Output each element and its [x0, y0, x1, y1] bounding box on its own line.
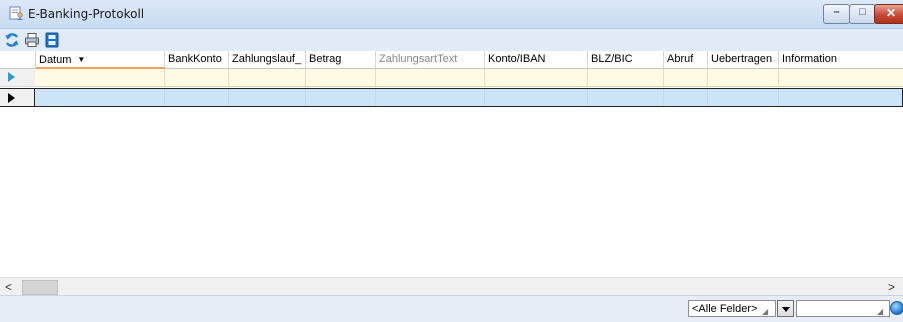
column-header-datum[interactable]: Datum ▼ [36, 51, 165, 68]
table-row[interactable] [0, 88, 903, 107]
column-header-information[interactable]: Information [779, 51, 903, 68]
column-header-label: Abruf [667, 53, 694, 65]
title-bar: E-Banking-Protokoll – □ ✕ [0, 0, 903, 29]
filter-cell[interactable] [229, 69, 306, 86]
search-go-icon[interactable] [890, 301, 903, 315]
table-cell[interactable] [664, 89, 708, 106]
export-icon[interactable] [44, 32, 60, 48]
filter-arrow-icon [8, 72, 15, 82]
scroll-left-icon[interactable]: < [5, 280, 12, 294]
chevron-down-icon [782, 307, 790, 312]
column-header-label: Betrag [309, 53, 342, 65]
minimize-icon: – [833, 6, 840, 18]
e-banking-protokoll-window: E-Banking-Protokoll – □ ✕ Datum ▼ BankKo… [0, 0, 903, 322]
table-cell[interactable] [376, 89, 485, 106]
search-bar: <Alle Felder> ◢ ◢ [0, 295, 903, 322]
column-header-label: Konto/IBAN [488, 53, 546, 65]
filter-cell[interactable] [588, 69, 664, 86]
table-cell[interactable] [588, 89, 664, 106]
column-header-bankkonto[interactable]: BankKonto [165, 51, 229, 68]
filter-cell[interactable] [779, 69, 903, 86]
field-filter-value: <Alle Felder> [692, 303, 758, 315]
filter-cell[interactable] [664, 69, 708, 86]
column-header-label: BankKonto [168, 53, 222, 65]
filter-cell[interactable] [376, 69, 485, 86]
toolbar [0, 29, 903, 51]
table-cell[interactable] [485, 89, 588, 106]
maximize-icon: □ [859, 6, 866, 18]
current-row-arrow-icon [8, 93, 15, 103]
column-header-zahlungslauf[interactable]: Zahlungslauf_ [229, 51, 306, 68]
search-input[interactable]: ◢ [796, 300, 890, 317]
resize-grip-icon: ◢ [877, 307, 884, 316]
field-filter-combobox[interactable]: <Alle Felder> ◢ [688, 300, 776, 317]
table-cell[interactable] [165, 89, 229, 106]
window-title: E-Banking-Protokoll [28, 7, 145, 21]
horizontal-scrollbar[interactable]: < > [0, 277, 903, 296]
column-header-label: Zahlungslauf_ [232, 53, 302, 65]
filter-row[interactable] [0, 69, 903, 87]
filter-cell[interactable] [36, 69, 165, 86]
table-cell[interactable] [306, 89, 376, 106]
column-header-label: Uebertragen [711, 53, 773, 65]
filter-cell[interactable] [165, 69, 229, 86]
document-user-icon [9, 6, 23, 20]
column-header-label: Datum [39, 54, 72, 66]
filter-row-indicator [0, 69, 35, 87]
refresh-icon[interactable] [4, 32, 20, 48]
scroll-right-icon[interactable]: > [888, 280, 895, 294]
table-cell[interactable] [36, 89, 165, 106]
column-header-betrag[interactable]: Betrag [306, 51, 376, 68]
column-header-uebertragen[interactable]: Uebertragen [708, 51, 779, 68]
column-header-blz-bic[interactable]: BLZ/BIC [588, 51, 664, 68]
protocol-grid[interactable]: Datum ▼ BankKonto Zahlungslauf_ Betrag Za… [0, 51, 903, 277]
maximize-button[interactable]: □ [849, 4, 876, 24]
field-filter-dropdown-button[interactable] [777, 300, 794, 317]
resize-grip-icon: ◢ [762, 307, 769, 316]
table-cell[interactable] [779, 89, 903, 106]
column-header-konto-iban[interactable]: Konto/IBAN [485, 51, 588, 68]
sort-descending-icon: ▼ [77, 55, 86, 64]
filter-cell[interactable] [485, 69, 588, 86]
column-header-label: Information [782, 53, 838, 65]
header-corner [0, 51, 36, 68]
close-button[interactable]: ✕ [874, 4, 903, 24]
column-header-label: ZahlungsartText [379, 53, 458, 65]
column-header-label: BLZ/BIC [591, 53, 633, 65]
filter-cell[interactable] [306, 69, 376, 86]
filter-cell[interactable] [708, 69, 779, 86]
column-header-abruf[interactable]: Abruf [664, 51, 708, 68]
print-icon[interactable] [24, 32, 40, 48]
close-icon: ✕ [885, 6, 897, 20]
column-header-zahlungsarttext[interactable]: ZahlungsartText [376, 51, 485, 68]
minimize-button[interactable]: – [823, 4, 850, 24]
table-cell[interactable] [708, 89, 779, 106]
scrollbar-thumb[interactable] [22, 280, 58, 295]
current-row-indicator [0, 88, 35, 107]
table-cell[interactable] [229, 89, 306, 106]
